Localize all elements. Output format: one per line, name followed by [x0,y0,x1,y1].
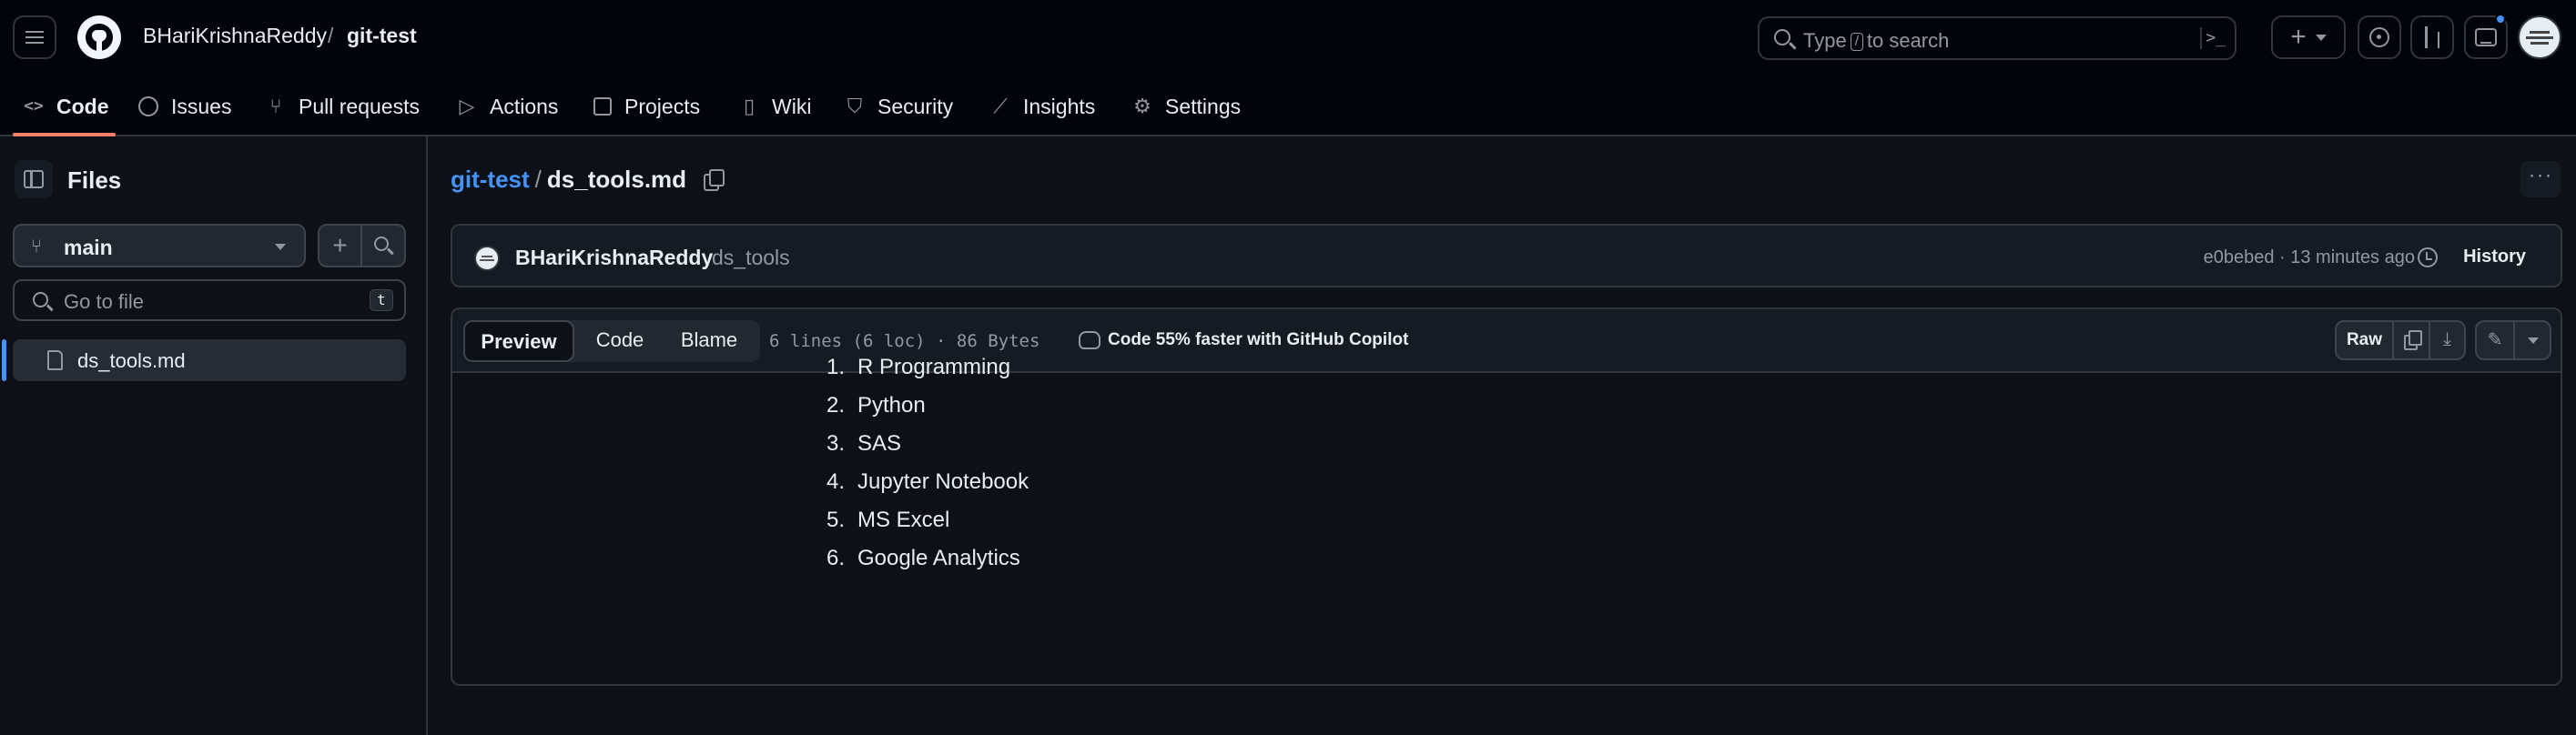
graph-icon: ⟋ [993,95,1008,117]
chevron-down-icon [275,244,286,250]
raw-button[interactable]: Raw [2337,322,2394,358]
plus-icon: + [2290,22,2307,52]
raw-actions-group: Raw ⤓ [2335,320,2466,360]
breadcrumb-owner[interactable]: BHariKrishnaReddy [143,24,327,48]
inbox-icon [2475,28,2497,46]
chevron-down-icon[interactable] [2528,337,2539,344]
branch-selector[interactable]: ⑂ main [13,224,306,267]
file-info: 6 lines (6 loc) · 86 Bytes [769,331,1040,351]
download-icon[interactable]: ⤓ [2430,322,2464,358]
collapse-sidebar-button[interactable] [15,160,53,198]
path-repo-link[interactable]: git-test [451,166,530,193]
tab-projects[interactable]: Projects [593,91,700,122]
search-placeholder: Type / to search [1803,29,1950,52]
file-actions-group: + [318,224,406,267]
global-header: BHariKrishnaReddy / git-test Type / to sea… [0,0,2576,75]
history-icon [2418,247,2438,267]
list-item: 4. Jupyter Notebook [826,469,1029,494]
repo-nav: <> Code Issues ⑂ Pull requests ▷ Actions… [0,75,2576,136]
file-toolbar: Preview Code Blame 6 lines (6 loc) · 86 … [452,309,2561,373]
tab-insights[interactable]: ⟋ Insights [990,91,1095,122]
your-pull-requests-button[interactable] [2410,15,2454,59]
sidebar-title: Files [67,166,122,194]
edit-pencil-icon[interactable]: ✎ [2477,322,2515,358]
commit-author[interactable]: BHariKrishnaReddy [515,246,713,270]
file-tree-item-name: ds_tools.md [77,349,186,372]
breadcrumb-repo[interactable]: git-test [347,24,417,48]
play-icon: ▷ [459,95,475,117]
hamburger-icon [25,31,44,44]
list-item: 1. R Programming [826,355,1011,379]
list-item: 2. Python [826,393,926,418]
command-palette-icon[interactable]: >_ [2200,27,2226,49]
commit-meta[interactable]: e0bebed · 13 minutes ago [2204,247,2415,268]
tab-issues[interactable]: Issues [138,91,231,122]
breadcrumb-separator: / [328,24,334,47]
branch-name: main [64,236,113,259]
history-button[interactable]: History [2463,247,2526,267]
tab-blame[interactable]: Blame [665,320,753,362]
tab-code[interactable]: <> Code [24,91,108,122]
shortcut-key: t [370,289,393,311]
tab-security[interactable]: ⛉ Security [845,91,953,122]
tab-code-view[interactable]: Code [582,320,658,362]
copy-path-icon[interactable] [704,169,725,191]
tab-wiki[interactable]: ▯ Wiki [739,91,812,122]
file-tree-sidebar: Files ⑂ main + Go to file t ds_tools.md [0,136,428,735]
go-to-file-placeholder: Go to file [64,290,145,313]
file-icon [47,350,63,370]
list-item: 6. Google Analytics [826,546,1020,570]
chevron-down-icon [2315,34,2327,41]
code-icon: <> [24,96,44,116]
github-logo-icon[interactable] [77,15,121,59]
search-input[interactable]: Type / to search >_ [1758,16,2236,60]
copilot-promo-link[interactable]: Code 55% faster with GitHub Copilot [1108,330,1408,350]
issue-icon [138,96,158,116]
selected-indicator [2,339,6,381]
copy-raw-button[interactable] [2394,322,2430,358]
search-files-button[interactable] [374,237,389,251]
book-icon: ▯ [743,95,756,117]
tab-pull-requests[interactable]: ⑂ Pull requests [266,91,420,122]
search-icon [1774,29,1790,45]
add-file-button[interactable]: + [319,226,362,266]
create-new-button[interactable]: + [2271,15,2346,59]
tab-preview[interactable]: Preview [463,320,574,362]
commit-message[interactable]: ds_tools [712,246,790,270]
user-avatar[interactable] [2518,15,2561,59]
your-issues-button[interactable] [2358,15,2401,59]
list-item: 5. MS Excel [826,508,950,532]
tab-actions[interactable]: ▷ Actions [457,91,559,122]
file-path-breadcrumb: git-test / ds_tools.md [451,166,687,193]
table-icon [593,97,612,116]
notification-indicator [2495,14,2506,25]
path-file-name: ds_tools.md [546,166,687,193]
pull-request-icon: ⑂ [269,95,282,117]
shield-icon: ⛉ [847,95,863,117]
pull-requests-icon [2422,26,2442,48]
latest-commit-bar: BHariKrishnaReddy ds_tools e0bebed · 13 … [451,224,2562,287]
commit-author-avatar[interactable] [474,246,500,271]
issues-icon [2369,27,2389,47]
file-viewer: Preview Code Blame 6 lines (6 loc) · 86 … [451,307,2562,686]
search-icon [33,292,48,307]
sidebar-collapse-icon [24,170,44,188]
gear-icon: ⚙ [1133,95,1151,117]
git-branch-icon: ⑂ [31,237,42,257]
more-options-button[interactable]: ··· [2520,161,2561,197]
tab-settings[interactable]: ⚙ Settings [1132,91,1241,122]
copilot-icon [1079,331,1100,349]
list-item: 3. SAS [826,431,902,456]
edit-actions-group: ✎ [2475,320,2551,360]
hamburger-menu-button[interactable] [13,15,56,59]
go-to-file-input[interactable]: Go to file t [13,279,406,321]
view-mode-switcher: Preview Code Blame [463,320,760,362]
file-tree-item[interactable]: ds_tools.md [13,339,406,381]
